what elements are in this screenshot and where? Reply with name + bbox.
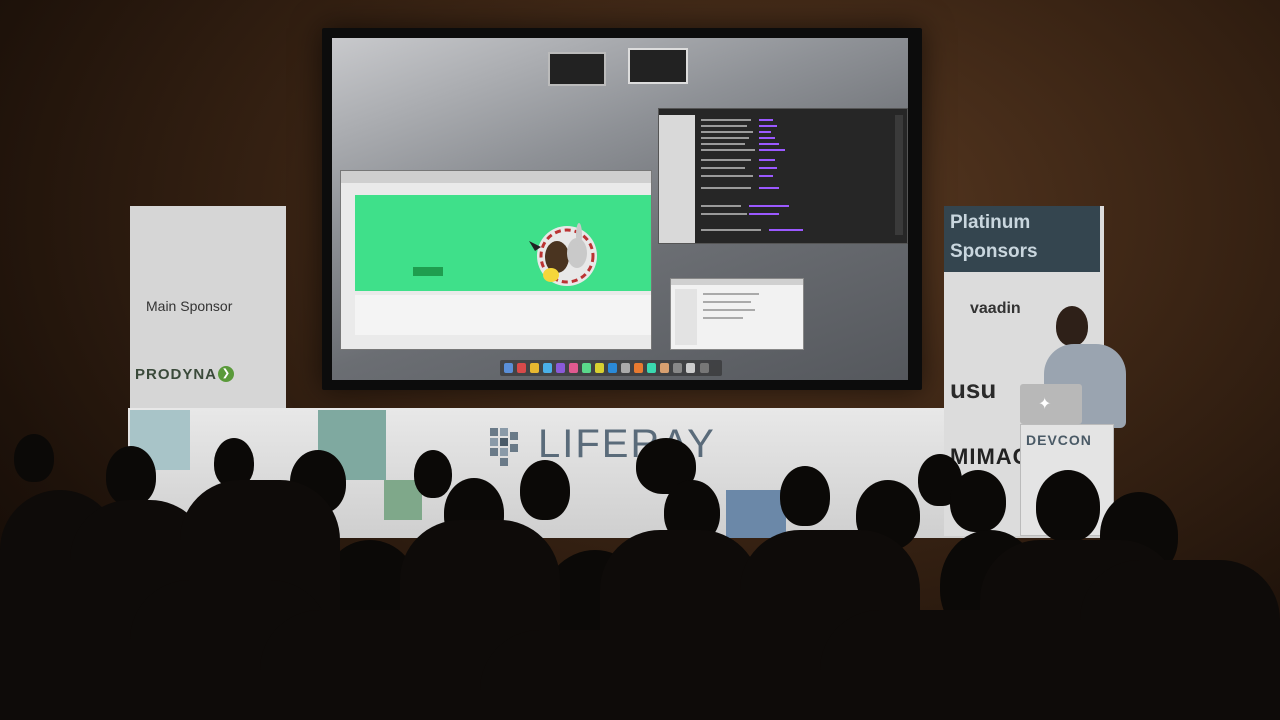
dock-app-icon [608,363,617,373]
browser-window [340,170,652,350]
dock-app-icon [647,363,656,373]
apple-logo-icon: ✦ [1038,396,1052,413]
audience-head [414,450,452,498]
vaadin-logo: vaadin [970,300,1021,317]
projected-desktop [332,38,908,380]
audience [0,430,1280,720]
usu-logo: usu [950,374,997,404]
dock-app-icon [595,363,604,373]
audience-head [1036,470,1100,542]
arrow-circle-icon: ❯ [218,366,234,382]
code-editor-window [658,108,908,244]
dock-app-icon [686,363,695,373]
file-tree-panel [659,115,695,243]
speaker-head [1056,306,1088,346]
dock-trash-icon [700,363,709,373]
prodyna-logo: PRODYNA [135,366,218,383]
audience-head [780,466,830,526]
audience-head [106,446,156,506]
audience-head [520,460,570,520]
dock-app-icon [504,363,513,373]
audience-body [600,530,760,720]
dock-app-icon [673,363,682,373]
mission-control-thumbnail-active [628,48,688,84]
main-sponsor-label: Main Sponsor [146,298,233,314]
dock-app-icon [517,363,526,373]
dock-app-icon [582,363,591,373]
dock-app-icon [621,363,630,373]
dock-app-icon [556,363,565,373]
cartoon-characters-image [529,223,597,286]
audience-head [14,434,54,482]
dock-app-icon [660,363,669,373]
platinum-sponsors-label: Platinum Sponsors [950,212,1038,262]
hero-button [413,267,443,276]
audience-head [950,470,1006,532]
dock-app-icon [569,363,578,373]
browser-toolbar [341,171,651,183]
web-page-columns [355,295,651,335]
finder-window [670,278,804,350]
dock-app-icon [634,363,643,373]
dock-app-icon [543,363,552,373]
web-page-hero [355,195,651,291]
dock-app-icon [530,363,539,373]
audience-body [1080,560,1280,720]
dock [500,360,722,376]
mission-control-thumbnail [548,52,606,86]
